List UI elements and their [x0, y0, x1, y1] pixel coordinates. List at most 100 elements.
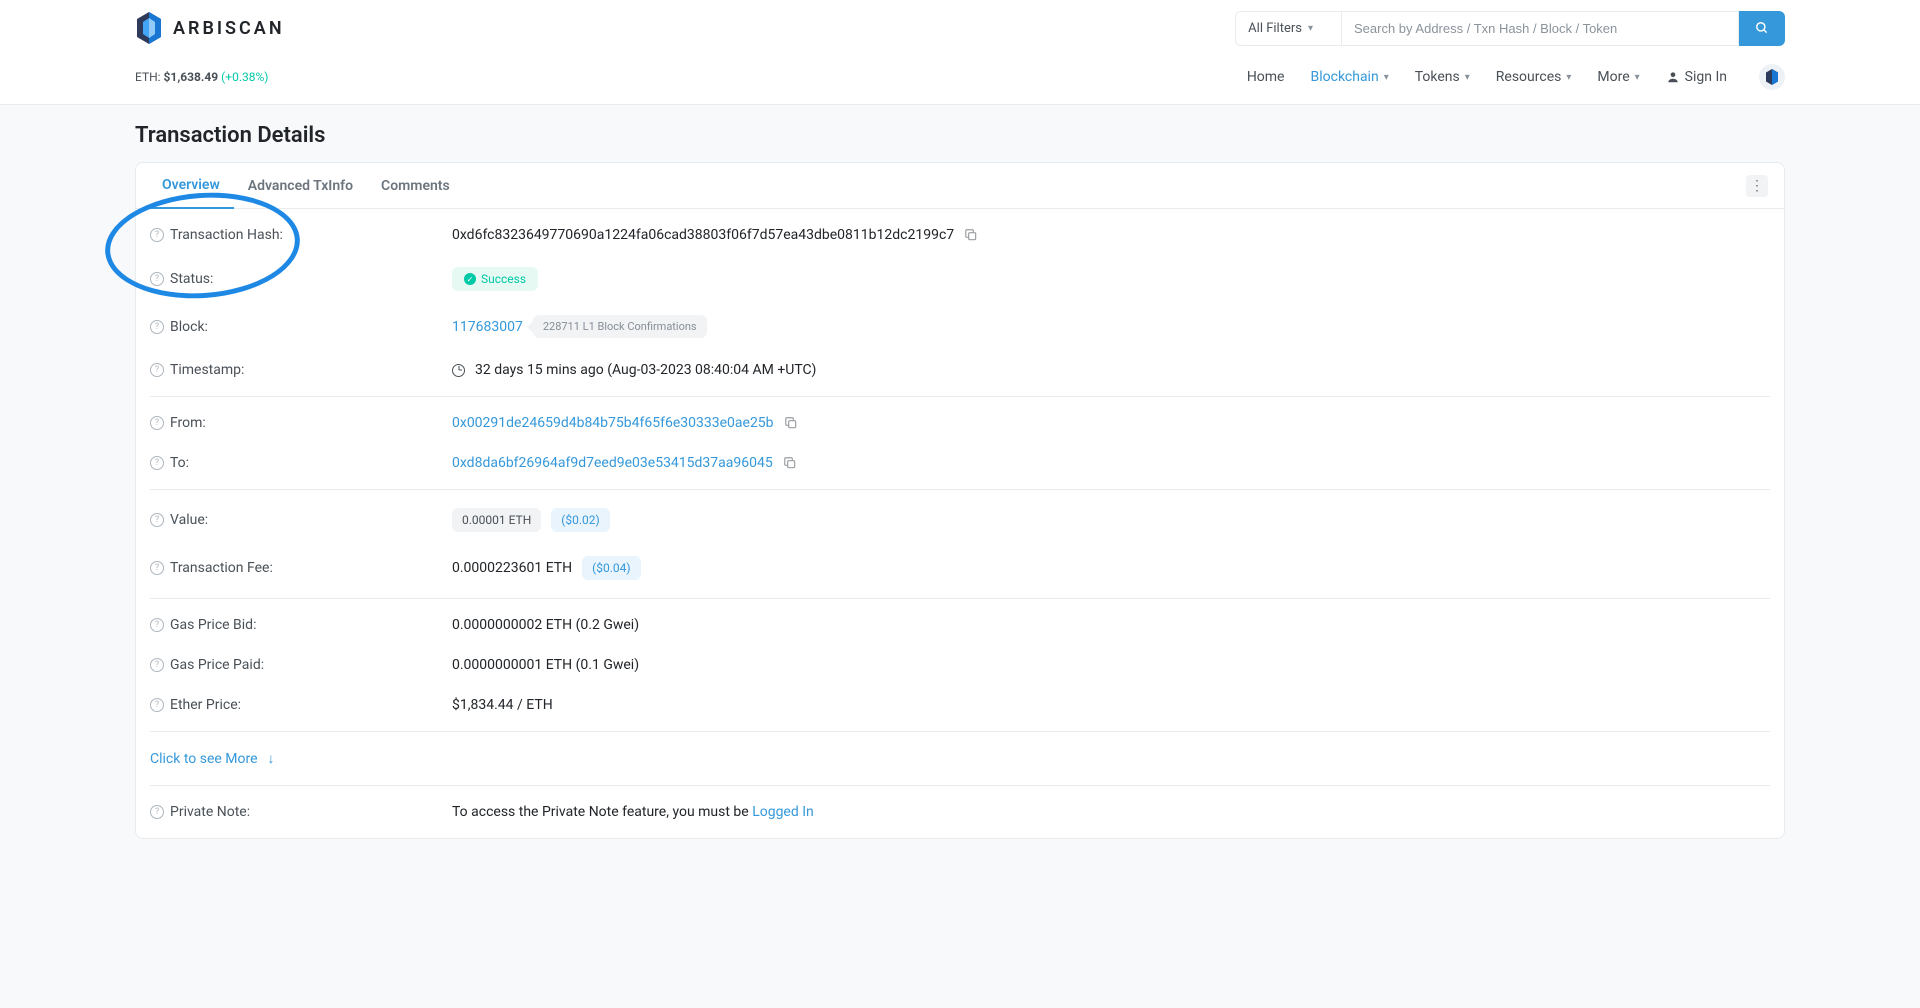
value-txhash: 0xd6fc8323649770690a1224fa06cad38803f06f… [452, 227, 954, 243]
search-group: All Filters ▾ [1235, 11, 1785, 46]
to-address-link[interactable]: 0xd8da6bf26964af9d7eed9e03e53415d37aa960… [452, 455, 773, 471]
chevron-down-icon: ▾ [1635, 72, 1640, 83]
page-title: Transaction Details [0, 105, 1920, 162]
help-icon[interactable]: ? [150, 228, 164, 242]
value-usd: ($0.02) [551, 508, 609, 532]
main-nav: Home Blockchain▾ Tokens▾ Resources▾ More… [1247, 64, 1785, 90]
arbiscan-mini-icon [1765, 68, 1779, 86]
tab-comments[interactable]: Comments [367, 164, 464, 208]
help-icon[interactable]: ? [150, 320, 164, 334]
from-address-link[interactable]: 0x00291de24659d4b84b75b4f65f6e30333e0ae2… [452, 415, 774, 431]
see-more-row: Click to see More ↓ [136, 738, 1784, 779]
eth-price-label: ETH: [135, 70, 164, 84]
tabs: Overview Advanced TxInfo Comments ⋮ [136, 163, 1784, 209]
fee-usd: ($0.04) [582, 556, 640, 580]
label-private-note: Private Note: [170, 804, 250, 820]
row-gas-paid: ? Gas Price Paid: 0.0000000001 ETH (0.1 G… [136, 645, 1784, 685]
help-icon[interactable]: ? [150, 658, 164, 672]
nav-home[interactable]: Home [1247, 69, 1285, 85]
tab-more-button[interactable]: ⋮ [1746, 175, 1768, 197]
divider [150, 731, 1770, 732]
nav-signin[interactable]: Sign In [1666, 69, 1727, 85]
eth-price-value: $1,638.49 [164, 70, 219, 84]
search-button[interactable] [1739, 11, 1785, 46]
search-filter-select[interactable]: All Filters ▾ [1235, 11, 1342, 46]
account-avatar-button[interactable] [1759, 64, 1785, 90]
help-icon[interactable]: ? [150, 363, 164, 377]
help-icon[interactable]: ? [150, 561, 164, 575]
value-gas-paid: 0.0000000001 ETH (0.1 Gwei) [452, 657, 639, 673]
filter-label: All Filters [1248, 21, 1302, 36]
search-icon [1755, 21, 1769, 35]
fee-eth: 0.0000223601 ETH [452, 560, 572, 576]
row-block: ?Block: 117683007 228711 L1 Block Confir… [136, 303, 1784, 350]
help-icon[interactable]: ? [150, 456, 164, 470]
chevron-down-icon: ▾ [1384, 72, 1389, 83]
label-block: Block: [170, 319, 208, 335]
check-icon: ✓ [464, 273, 476, 285]
label-value: Value: [170, 512, 208, 528]
label-txhash: Transaction Hash: [170, 227, 283, 243]
private-note-text: To access the Private Note feature, you … [452, 804, 814, 820]
tab-overview[interactable]: Overview [148, 163, 234, 209]
row-fee: ? Transaction Fee: 0.0000223601 ETH ($0.0… [136, 544, 1784, 592]
row-from: ? From: 0x00291de24659d4b84b75b4f65f6e303… [136, 403, 1784, 443]
label-fee: Transaction Fee: [170, 560, 273, 576]
logged-in-link[interactable]: Logged In [752, 804, 814, 820]
see-more-link[interactable]: Click to see More ↓ [150, 750, 275, 767]
search-input[interactable] [1342, 11, 1739, 46]
label-timestamp: Timestamp: [170, 362, 244, 378]
tx-details-card: Overview Advanced TxInfo Comments ⋮ ? Tra… [135, 162, 1785, 839]
label-gas-paid: Gas Price Paid: [170, 657, 264, 673]
eth-price-bar: ETH: $1,638.49 (+0.38%) [135, 70, 268, 84]
label-eth-price: Ether Price: [170, 697, 241, 713]
divider [150, 489, 1770, 490]
copy-icon[interactable] [964, 228, 978, 242]
value-timestamp: 32 days 15 mins ago (Aug-03-2023 08:40:0… [475, 362, 816, 378]
label-from: From: [170, 415, 206, 431]
row-status: ? Status: ✓ Success [136, 255, 1784, 303]
tab-advanced[interactable]: Advanced TxInfo [234, 164, 367, 208]
row-private-note: ? Private Note: To access the Private Not… [136, 792, 1784, 832]
clock-icon [452, 364, 465, 377]
row-eth-price: ? Ether Price: $1,834.44 / ETH [136, 685, 1784, 725]
divider [150, 598, 1770, 599]
nav-blockchain[interactable]: Blockchain▾ [1311, 69, 1389, 85]
block-link[interactable]: 117683007 [452, 319, 523, 335]
row-txhash: ? Transaction Hash: 0xd6fc8323649770690a1… [136, 215, 1784, 255]
row-value: ? Value: 0.00001 ETH ($0.02) [136, 496, 1784, 544]
chevron-down-icon: ▾ [1308, 23, 1313, 34]
row-gas-bid: ? Gas Price Bid: 0.0000000002 ETH (0.2 Gw… [136, 605, 1784, 645]
nav-tokens[interactable]: Tokens▾ [1415, 69, 1470, 85]
user-icon [1666, 70, 1680, 84]
eth-price-pct: (+0.38%) [221, 70, 268, 84]
value-eth-price: $1,834.44 / ETH [452, 697, 553, 713]
copy-icon[interactable] [784, 416, 798, 430]
brand-name: ARBISCAN [173, 18, 285, 39]
value-gas-bid: 0.0000000002 ETH (0.2 Gwei) [452, 617, 639, 633]
row-timestamp: ? Timestamp: 32 days 15 mins ago (Aug-03-… [136, 350, 1784, 390]
divider [150, 785, 1770, 786]
help-icon[interactable]: ? [150, 272, 164, 286]
label-status: Status: [170, 271, 213, 287]
divider [150, 396, 1770, 397]
row-to: ?To: 0xd8da6bf26964af9d7eed9e03e53415d37… [136, 443, 1784, 483]
nav-resources[interactable]: Resources▾ [1496, 69, 1572, 85]
help-icon[interactable]: ? [150, 416, 164, 430]
arrow-down-icon: ↓ [268, 750, 275, 767]
help-icon[interactable]: ? [150, 618, 164, 632]
site-header: ARBISCAN All Filters ▾ ETH: $1,638.49 (+… [0, 0, 1920, 105]
brand-logo[interactable]: ARBISCAN [135, 10, 285, 46]
help-icon[interactable]: ? [150, 698, 164, 712]
status-badge: ✓ Success [452, 267, 538, 291]
help-icon[interactable]: ? [150, 805, 164, 819]
copy-icon[interactable] [783, 456, 797, 470]
help-icon[interactable]: ? [150, 513, 164, 527]
chevron-down-icon: ▾ [1566, 72, 1571, 83]
nav-more[interactable]: More▾ [1597, 69, 1639, 85]
header-top: ARBISCAN All Filters ▾ [0, 0, 1920, 56]
header-sub: ETH: $1,638.49 (+0.38%) Home Blockchain▾… [0, 56, 1920, 104]
value-eth: 0.00001 ETH [452, 508, 541, 532]
arbiscan-logo-icon [135, 10, 163, 46]
label-gas-bid: Gas Price Bid: [170, 617, 256, 633]
